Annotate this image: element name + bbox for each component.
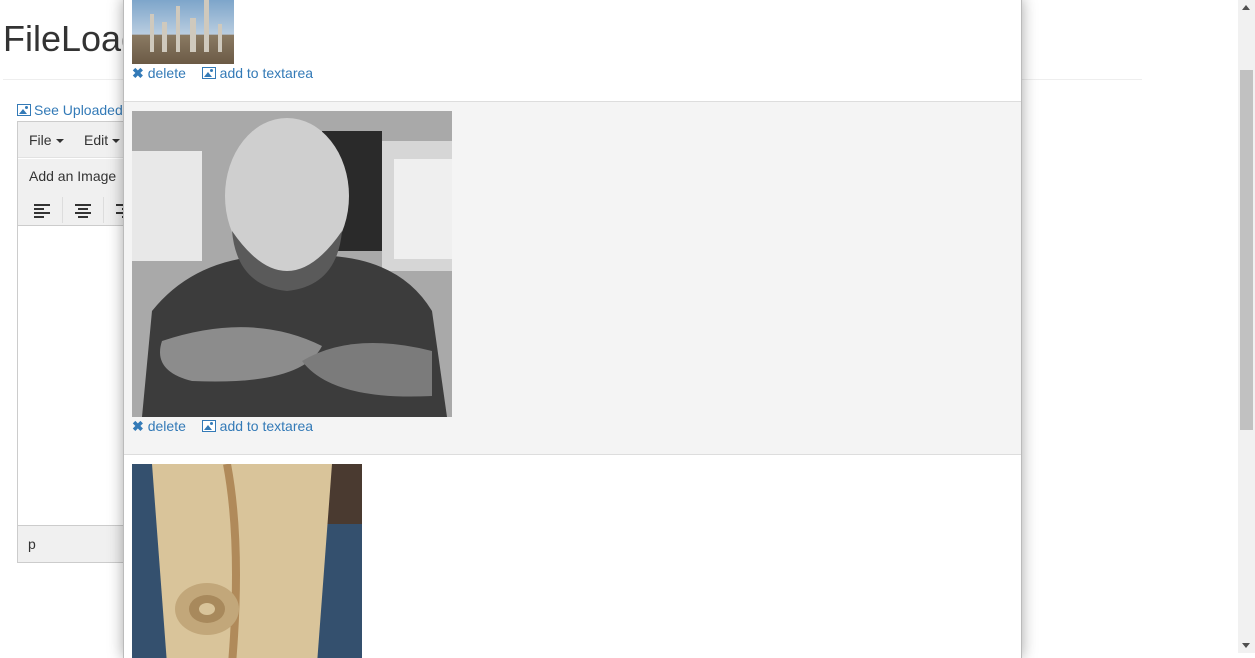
- factory-photo: [132, 0, 234, 64]
- scroll-down-icon[interactable]: [1242, 643, 1250, 648]
- align-center-button[interactable]: [65, 197, 101, 223]
- element-path: p: [28, 536, 36, 552]
- page-background: FileLoad See Uploaded File Edit Add an I…: [0, 0, 1255, 658]
- page-scrollbar[interactable]: [1238, 0, 1255, 653]
- scroll-up-icon[interactable]: [1242, 5, 1250, 10]
- toolbar-divider: [62, 197, 63, 223]
- add-to-textarea-label: add to textarea: [219, 65, 314, 81]
- image-actions: ✖ delete add to textarea: [132, 418, 325, 435]
- picture-icon: [17, 104, 31, 116]
- menu-edit-label: Edit: [84, 132, 109, 148]
- close-icon: ✖: [132, 418, 144, 434]
- add-to-textarea-label: add to textarea: [219, 418, 314, 434]
- see-uploaded-label: See Uploaded: [34, 102, 123, 118]
- align-left-icon: [34, 203, 50, 218]
- menu-edit[interactable]: Edit: [84, 132, 121, 148]
- picture-icon: [201, 67, 216, 79]
- delete-link[interactable]: ✖ delete: [132, 65, 186, 81]
- menu-file[interactable]: File: [29, 132, 64, 148]
- picture-icon: [201, 420, 216, 432]
- person-illustration: [132, 111, 452, 417]
- delete-label: delete: [147, 418, 186, 434]
- caret-down-icon: [55, 139, 64, 144]
- add-to-textarea-link[interactable]: add to textarea: [201, 418, 314, 434]
- delete-label: delete: [147, 65, 186, 81]
- page-title: FileLoad: [3, 18, 142, 59]
- image-list-item: ✖ delete add to textarea: [124, 0, 1021, 102]
- see-uploaded-link[interactable]: See Uploaded: [17, 102, 123, 118]
- image-actions: ✖ delete add to textarea: [132, 65, 325, 82]
- person-photo: [132, 111, 452, 417]
- toolbar-divider: [103, 197, 104, 223]
- add-to-textarea-link[interactable]: add to textarea: [201, 65, 314, 81]
- uploaded-images-modal: ✖ delete add to textarea ✖ delete add to…: [123, 0, 1022, 658]
- scrollbar-thumb[interactable]: [1240, 70, 1253, 430]
- align-center-icon: [75, 203, 91, 218]
- add-image-button[interactable]: Add an Image: [29, 168, 116, 184]
- image-list-item: [124, 455, 1021, 658]
- image-list-item: ✖ delete add to textarea: [124, 102, 1021, 455]
- close-icon: ✖: [132, 65, 144, 81]
- delete-link[interactable]: ✖ delete: [132, 418, 186, 434]
- align-left-button[interactable]: [24, 197, 60, 223]
- wood-illustration: [132, 464, 362, 658]
- menu-file-label: File: [29, 132, 52, 148]
- wood-photo: [132, 464, 362, 658]
- caret-down-icon: [112, 139, 121, 144]
